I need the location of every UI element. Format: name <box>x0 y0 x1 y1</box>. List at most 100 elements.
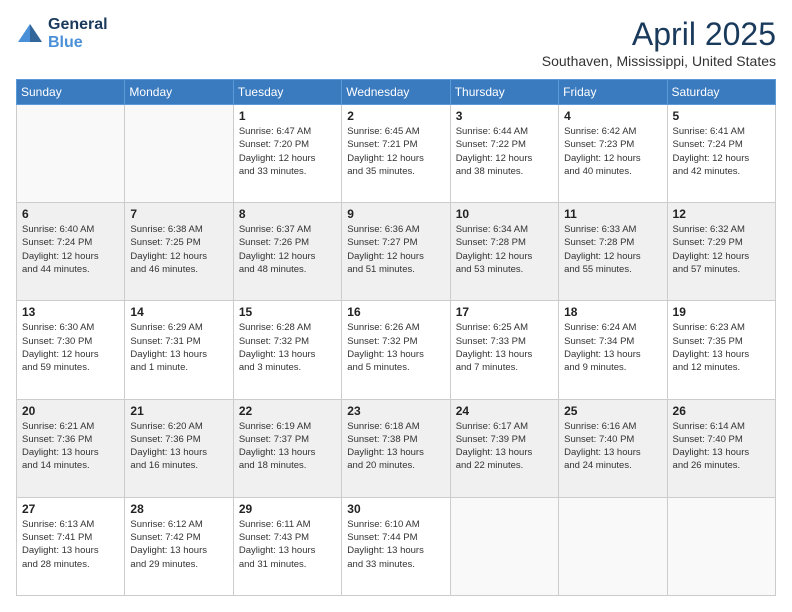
calendar-cell: 30 Sunrise: 6:10 AM Sunset: 7:44 PM Dayli… <box>342 497 450 595</box>
day-number: 21 <box>130 404 227 418</box>
calendar-cell: 7 Sunrise: 6:38 AM Sunset: 7:25 PM Daylig… <box>125 203 233 301</box>
col-monday: Monday <box>125 80 233 105</box>
calendar-cell: 8 Sunrise: 6:37 AM Sunset: 7:26 PM Daylig… <box>233 203 341 301</box>
day-info: Sunrise: 6:19 AM Sunset: 7:37 PM Dayligh… <box>239 420 336 473</box>
day-info: Sunrise: 6:17 AM Sunset: 7:39 PM Dayligh… <box>456 420 553 473</box>
calendar-week-row: 6 Sunrise: 6:40 AM Sunset: 7:24 PM Daylig… <box>17 203 776 301</box>
calendar-cell: 22Sunrise: 6:19 AM Sunset: 7:37 PM Dayli… <box>233 399 341 497</box>
day-number: 19 <box>673 305 770 319</box>
day-number: 13 <box>22 305 119 319</box>
calendar-week-row: 27 Sunrise: 6:13 AM Sunset: 7:41 PM Dayli… <box>17 497 776 595</box>
day-info: Sunrise: 6:21 AM Sunset: 7:36 PM Dayligh… <box>22 420 119 473</box>
logo: General Blue <box>16 16 108 52</box>
day-info: Sunrise: 6:25 AM Sunset: 7:33 PM Dayligh… <box>456 321 553 374</box>
logo-text: General Blue <box>48 16 108 52</box>
calendar-cell: 6 Sunrise: 6:40 AM Sunset: 7:24 PM Daylig… <box>17 203 125 301</box>
day-number: 28 <box>130 502 227 516</box>
col-tuesday: Tuesday <box>233 80 341 105</box>
calendar-cell: 5 Sunrise: 6:41 AM Sunset: 7:24 PM Daylig… <box>667 105 775 203</box>
day-number: 4 <box>564 109 661 123</box>
day-info: Sunrise: 6:14 AM Sunset: 7:40 PM Dayligh… <box>673 420 770 473</box>
calendar-cell: 17 Sunrise: 6:25 AM Sunset: 7:33 PM Dayli… <box>450 301 558 399</box>
day-number: 23 <box>347 404 444 418</box>
day-number: 18 <box>564 305 661 319</box>
day-info: Sunrise: 6:13 AM Sunset: 7:41 PM Dayligh… <box>22 518 119 571</box>
calendar-cell: 21 Sunrise: 6:20 AM Sunset: 7:36 PM Dayli… <box>125 399 233 497</box>
day-number: 9 <box>347 207 444 221</box>
calendar-cell: 24 Sunrise: 6:17 AM Sunset: 7:39 PM Dayli… <box>450 399 558 497</box>
calendar-cell: 25Sunrise: 6:16 AM Sunset: 7:40 PM Dayli… <box>559 399 667 497</box>
day-number: 6 <box>22 207 119 221</box>
day-info: Sunrise: 6:36 AM Sunset: 7:27 PM Dayligh… <box>347 223 444 276</box>
day-number: 30 <box>347 502 444 516</box>
day-number: 11 <box>564 207 661 221</box>
calendar-cell: 19 Sunrise: 6:23 AM Sunset: 7:35 PM Dayli… <box>667 301 775 399</box>
day-number: 16 <box>347 305 444 319</box>
calendar-cell: 14Sunrise: 6:29 AM Sunset: 7:31 PM Dayli… <box>125 301 233 399</box>
day-info: Sunrise: 6:10 AM Sunset: 7:44 PM Dayligh… <box>347 518 444 571</box>
col-thursday: Thursday <box>450 80 558 105</box>
day-number: 17 <box>456 305 553 319</box>
calendar-week-row: 13 Sunrise: 6:30 AM Sunset: 7:30 PM Dayli… <box>17 301 776 399</box>
calendar-cell: 12 Sunrise: 6:32 AM Sunset: 7:29 PM Dayli… <box>667 203 775 301</box>
calendar-cell <box>559 497 667 595</box>
calendar-cell: 1Sunrise: 6:47 AM Sunset: 7:20 PM Daylig… <box>233 105 341 203</box>
day-number: 29 <box>239 502 336 516</box>
day-number: 8 <box>239 207 336 221</box>
day-info: Sunrise: 6:18 AM Sunset: 7:38 PM Dayligh… <box>347 420 444 473</box>
day-info: Sunrise: 6:24 AM Sunset: 7:34 PM Dayligh… <box>564 321 661 374</box>
logo-icon <box>16 20 44 48</box>
day-info: Sunrise: 6:45 AM Sunset: 7:21 PM Dayligh… <box>347 125 444 178</box>
calendar-cell: 13 Sunrise: 6:30 AM Sunset: 7:30 PM Dayli… <box>17 301 125 399</box>
col-wednesday: Wednesday <box>342 80 450 105</box>
day-info: Sunrise: 6:40 AM Sunset: 7:24 PM Dayligh… <box>22 223 119 276</box>
day-number: 15 <box>239 305 336 319</box>
calendar-week-row: 20 Sunrise: 6:21 AM Sunset: 7:36 PM Dayli… <box>17 399 776 497</box>
day-number: 5 <box>673 109 770 123</box>
day-info: Sunrise: 6:41 AM Sunset: 7:24 PM Dayligh… <box>673 125 770 178</box>
day-number: 7 <box>130 207 227 221</box>
calendar-cell <box>450 497 558 595</box>
calendar-week-row: 1Sunrise: 6:47 AM Sunset: 7:20 PM Daylig… <box>17 105 776 203</box>
calendar-cell <box>667 497 775 595</box>
day-number: 10 <box>456 207 553 221</box>
day-info: Sunrise: 6:16 AM Sunset: 7:40 PM Dayligh… <box>564 420 661 473</box>
calendar-cell: 18 Sunrise: 6:24 AM Sunset: 7:34 PM Dayli… <box>559 301 667 399</box>
title-area: April 2025 Southaven, Mississippi, Unite… <box>542 16 776 69</box>
day-number: 27 <box>22 502 119 516</box>
day-info: Sunrise: 6:28 AM Sunset: 7:32 PM Dayligh… <box>239 321 336 374</box>
calendar-cell: 9 Sunrise: 6:36 AM Sunset: 7:27 PM Daylig… <box>342 203 450 301</box>
calendar-cell: 15 Sunrise: 6:28 AM Sunset: 7:32 PM Dayli… <box>233 301 341 399</box>
calendar-cell <box>17 105 125 203</box>
location: Southaven, Mississippi, United States <box>542 53 776 69</box>
day-info: Sunrise: 6:37 AM Sunset: 7:26 PM Dayligh… <box>239 223 336 276</box>
calendar-cell: 23 Sunrise: 6:18 AM Sunset: 7:38 PM Dayli… <box>342 399 450 497</box>
day-number: 12 <box>673 207 770 221</box>
day-info: Sunrise: 6:42 AM Sunset: 7:23 PM Dayligh… <box>564 125 661 178</box>
col-friday: Friday <box>559 80 667 105</box>
calendar-cell: 20 Sunrise: 6:21 AM Sunset: 7:36 PM Dayli… <box>17 399 125 497</box>
calendar-cell: 2Sunrise: 6:45 AM Sunset: 7:21 PM Daylig… <box>342 105 450 203</box>
calendar-cell: 29Sunrise: 6:11 AM Sunset: 7:43 PM Dayli… <box>233 497 341 595</box>
day-info: Sunrise: 6:38 AM Sunset: 7:25 PM Dayligh… <box>130 223 227 276</box>
day-info: Sunrise: 6:29 AM Sunset: 7:31 PM Dayligh… <box>130 321 227 374</box>
day-number: 20 <box>22 404 119 418</box>
calendar-header-row: Sunday Monday Tuesday Wednesday Thursday… <box>17 80 776 105</box>
day-info: Sunrise: 6:23 AM Sunset: 7:35 PM Dayligh… <box>673 321 770 374</box>
day-info: Sunrise: 6:32 AM Sunset: 7:29 PM Dayligh… <box>673 223 770 276</box>
day-info: Sunrise: 6:20 AM Sunset: 7:36 PM Dayligh… <box>130 420 227 473</box>
header: General Blue April 2025 Southaven, Missi… <box>16 16 776 69</box>
calendar-cell: 26 Sunrise: 6:14 AM Sunset: 7:40 PM Dayli… <box>667 399 775 497</box>
day-info: Sunrise: 6:12 AM Sunset: 7:42 PM Dayligh… <box>130 518 227 571</box>
calendar-cell: 27 Sunrise: 6:13 AM Sunset: 7:41 PM Dayli… <box>17 497 125 595</box>
day-info: Sunrise: 6:30 AM Sunset: 7:30 PM Dayligh… <box>22 321 119 374</box>
calendar-cell: 28 Sunrise: 6:12 AM Sunset: 7:42 PM Dayli… <box>125 497 233 595</box>
day-info: Sunrise: 6:34 AM Sunset: 7:28 PM Dayligh… <box>456 223 553 276</box>
day-info: Sunrise: 6:44 AM Sunset: 7:22 PM Dayligh… <box>456 125 553 178</box>
calendar-cell: 4 Sunrise: 6:42 AM Sunset: 7:23 PM Daylig… <box>559 105 667 203</box>
day-number: 24 <box>456 404 553 418</box>
day-number: 1 <box>239 109 336 123</box>
day-number: 26 <box>673 404 770 418</box>
col-saturday: Saturday <box>667 80 775 105</box>
day-info: Sunrise: 6:33 AM Sunset: 7:28 PM Dayligh… <box>564 223 661 276</box>
